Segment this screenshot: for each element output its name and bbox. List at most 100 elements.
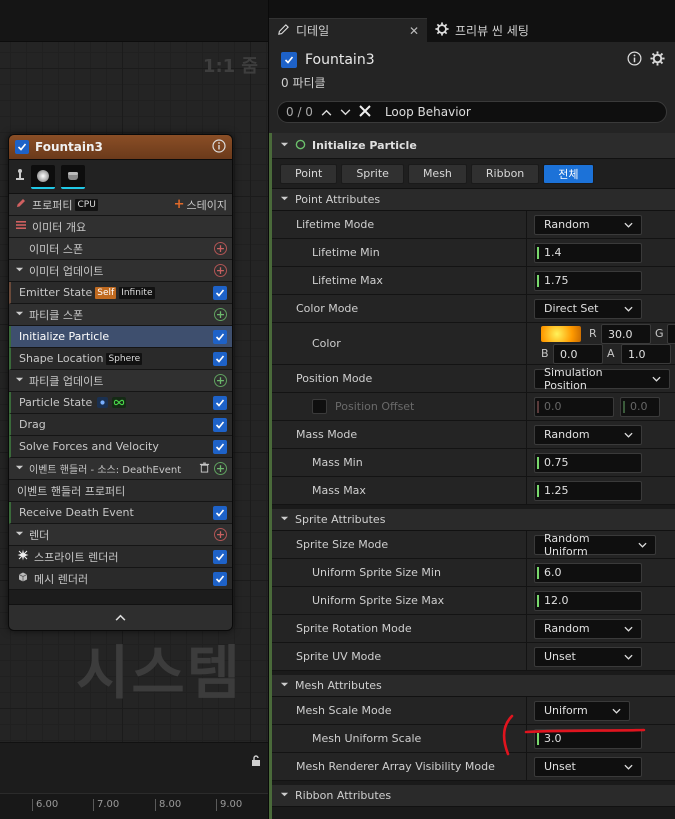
system-graph[interactable]: 1:1 줌 시스템 6.00 7.00 8.00 9.00 Fountain3	[0, 0, 268, 819]
position-offset-checkbox[interactable]	[312, 399, 327, 414]
filter-point-button[interactable]: Point	[280, 163, 338, 184]
shape-location-row[interactable]: Shape Location Sphere	[9, 348, 232, 370]
color-swatch[interactable]	[541, 326, 581, 342]
mesh-scale-mode-dropdown[interactable]: Uniform	[534, 700, 630, 721]
lifetime-max-field[interactable]: 1.75	[534, 270, 642, 291]
emitter-state-row[interactable]: Emitter State Self Infinite	[9, 282, 232, 304]
trash-icon[interactable]	[199, 462, 210, 476]
section-sprite-attributes[interactable]: Sprite Attributes	[272, 509, 675, 531]
filter-sprite-button[interactable]: Sprite	[341, 163, 404, 184]
color-a-field[interactable]: 1.0	[621, 344, 671, 364]
collapse-node-button[interactable]	[9, 604, 232, 630]
color-g-field[interactable]	[667, 324, 675, 344]
add-module-icon[interactable]: +	[214, 374, 227, 387]
collapse-icon[interactable]	[280, 139, 289, 152]
mass-max-field[interactable]: 1.25	[534, 480, 642, 501]
particle-state-row[interactable]: Particle State	[9, 392, 232, 414]
position-offset-x-field[interactable]: 0.0	[534, 396, 614, 417]
module-enable-checkbox[interactable]	[213, 439, 227, 454]
color-mode-dropdown[interactable]: Direct Set	[534, 298, 642, 319]
position-mode-dropdown[interactable]: Simulation Position	[534, 366, 670, 392]
properties-row[interactable]: 프로퍼티 CPU + 스테이지	[9, 194, 232, 216]
color-b-field[interactable]: 0.0	[553, 344, 603, 364]
drag-row[interactable]: Drag	[9, 414, 232, 436]
module-enable-checkbox[interactable]	[213, 329, 227, 344]
lifetime-mode-dropdown[interactable]: Random	[534, 214, 642, 235]
module-enable-checkbox[interactable]	[213, 505, 227, 520]
collapse-icon[interactable]	[15, 308, 24, 321]
collapse-icon[interactable]	[15, 374, 24, 387]
add-stage-label[interactable]: 스테이지	[187, 197, 227, 213]
filter-all-button[interactable]: 전체	[543, 163, 594, 184]
event-handler-props-row[interactable]: 이벤트 핸들러 프로퍼티	[9, 480, 232, 502]
mesh-uniform-scale-field[interactable]: 3.0	[534, 728, 642, 749]
module-enable-checkbox[interactable]	[213, 549, 227, 564]
filter-mesh-button[interactable]: Mesh	[407, 163, 467, 184]
info-icon[interactable]	[212, 138, 226, 156]
lifetime-min-field[interactable]: 1.4	[534, 242, 642, 263]
add-module-icon[interactable]: +	[214, 264, 227, 277]
module-enable-checkbox[interactable]	[213, 571, 227, 586]
section-ribbon-attributes[interactable]: Ribbon Attributes	[272, 785, 675, 807]
uniform-sprite-size-max-field[interactable]: 12.0	[534, 590, 642, 611]
module-enable-checkbox[interactable]	[213, 417, 227, 432]
emitter-spawn-row[interactable]: 이미터 스폰 +	[9, 238, 232, 260]
collapse-icon[interactable]	[280, 193, 289, 206]
collapse-icon[interactable]	[15, 528, 24, 541]
mesh-thumbnail[interactable]	[61, 164, 85, 189]
system-node[interactable]: Fountain3 프로퍼티 CPU + 스테이지 이미터 개요 이미터 스폰 …	[8, 134, 233, 631]
settings-gear-icon[interactable]	[650, 51, 665, 69]
category-header[interactable]: Initialize Particle	[272, 133, 675, 159]
system-enable-checkbox[interactable]	[281, 52, 297, 68]
info-icon[interactable]	[627, 51, 642, 69]
particle-update-row[interactable]: 파티클 업데이트 +	[9, 370, 232, 392]
emitter-pin-icon[interactable]	[15, 168, 25, 185]
sprite-thumbnail[interactable]	[31, 164, 55, 189]
color-r-field[interactable]: 30.0	[601, 324, 651, 344]
emitter-summary-row[interactable]: 이미터 개요	[9, 216, 232, 238]
collapse-icon[interactable]	[280, 679, 289, 692]
emitter-update-row[interactable]: 이미터 업데이트 +	[9, 260, 232, 282]
mesh-visibility-mode-dropdown[interactable]: Unset	[534, 756, 642, 777]
chevron-up-icon[interactable]	[321, 105, 332, 119]
close-icon[interactable]: ✕	[409, 24, 419, 38]
mass-min-field[interactable]: 0.75	[534, 452, 642, 473]
section-point-attributes[interactable]: Point Attributes	[272, 189, 675, 211]
module-enable-checkbox[interactable]	[213, 395, 227, 410]
timeline-ruler[interactable]: 6.00 7.00 8.00 9.00	[0, 793, 268, 819]
module-enable-checkbox[interactable]	[213, 285, 227, 300]
sprite-uv-mode-dropdown[interactable]: Unset	[534, 646, 642, 667]
collapse-icon[interactable]	[280, 789, 289, 802]
section-mesh-attributes[interactable]: Mesh Attributes	[272, 675, 675, 697]
mass-mode-dropdown[interactable]: Random	[534, 424, 642, 445]
node-header[interactable]: Fountain3	[9, 135, 232, 160]
initialize-particle-row[interactable]: Initialize Particle	[9, 326, 232, 348]
mesh-renderer-row[interactable]: 메시 렌더러	[9, 568, 232, 590]
collapse-icon[interactable]	[15, 264, 24, 277]
add-stage-icon[interactable]: +	[174, 197, 185, 212]
sprite-size-mode-dropdown[interactable]: Random Uniform	[534, 532, 656, 558]
tab-preview-settings[interactable]: 프리뷰 씬 세팅	[427, 18, 537, 42]
solve-forces-row[interactable]: Solve Forces and Velocity	[9, 436, 232, 458]
add-module-icon[interactable]: +	[214, 242, 227, 255]
collapse-icon[interactable]	[280, 513, 289, 526]
timeline[interactable]: 6.00 7.00 8.00 9.00	[0, 742, 268, 819]
node-enable-checkbox[interactable]	[15, 140, 29, 154]
tab-details[interactable]: 디테일 ✕	[269, 18, 427, 42]
event-handler-row[interactable]: 이벤트 핸들러 - 소스: DeathEvent +	[9, 458, 232, 480]
receive-death-row[interactable]: Receive Death Event	[9, 502, 232, 524]
module-enable-checkbox[interactable]	[213, 351, 227, 366]
search-input[interactable]: 0 / 0 Loop Behavior	[277, 101, 667, 123]
clear-search-icon[interactable]	[359, 104, 371, 120]
chevron-down-icon[interactable]	[340, 105, 351, 119]
sprite-rotation-mode-dropdown[interactable]: Random	[534, 618, 642, 639]
filter-ribbon-button[interactable]: Ribbon	[470, 163, 540, 184]
sprite-renderer-row[interactable]: 스프라이트 렌더러	[9, 546, 232, 568]
uniform-sprite-size-min-field[interactable]: 6.0	[534, 562, 642, 583]
lock-icon[interactable]	[250, 755, 262, 767]
particle-spawn-row[interactable]: 파티클 스폰 +	[9, 304, 232, 326]
collapse-icon[interactable]	[15, 462, 24, 475]
add-module-icon[interactable]: +	[214, 308, 227, 321]
add-module-icon[interactable]: +	[214, 462, 227, 475]
add-module-icon[interactable]: +	[214, 528, 227, 541]
